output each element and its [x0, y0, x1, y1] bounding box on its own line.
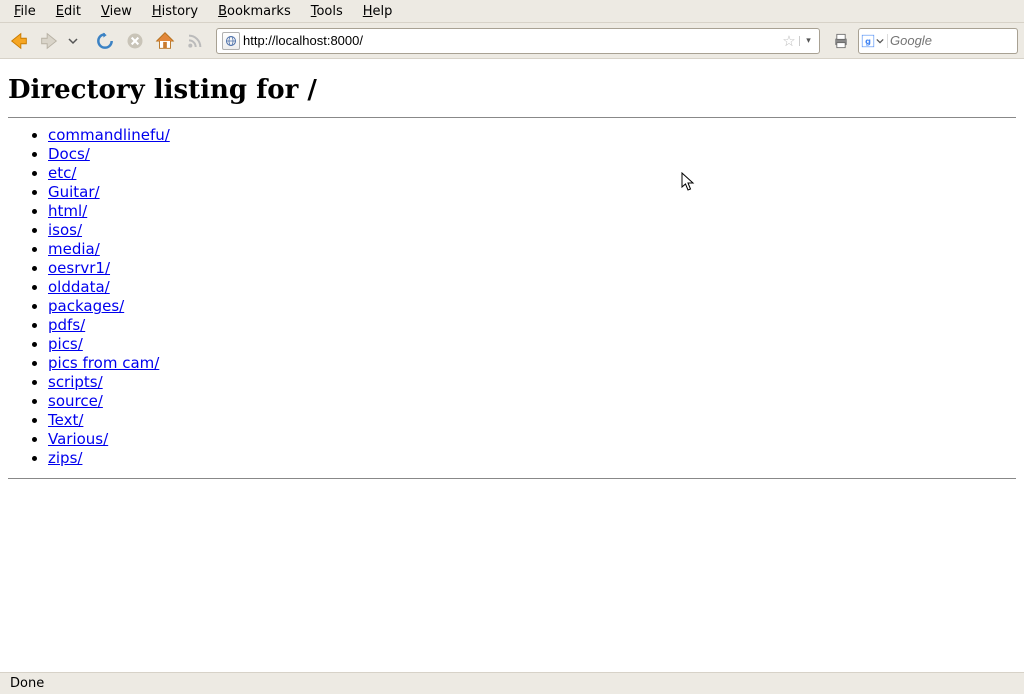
stop-icon: [125, 31, 145, 51]
home-icon: [154, 30, 176, 52]
directory-link[interactable]: Docs/: [48, 145, 90, 163]
list-item: oesrvr1/: [48, 259, 1016, 278]
list-item: commandlinefu/: [48, 126, 1016, 145]
reload-button[interactable]: [92, 28, 118, 54]
print-button[interactable]: [828, 28, 854, 54]
list-item: etc/: [48, 164, 1016, 183]
google-icon: g: [861, 34, 875, 48]
directory-link[interactable]: Text/: [48, 411, 83, 429]
chevron-down-icon: [876, 37, 884, 45]
status-bar: Done: [0, 672, 1024, 694]
menu-edit[interactable]: Edit: [46, 1, 91, 22]
search-box[interactable]: g: [858, 28, 1018, 54]
printer-icon: [831, 31, 851, 51]
search-engine-picker[interactable]: g: [861, 34, 888, 48]
search-input[interactable]: [890, 33, 1024, 48]
menu-view[interactable]: View: [91, 1, 142, 22]
status-text: Done: [10, 676, 44, 691]
feed-button[interactable]: [182, 28, 208, 54]
directory-list: commandlinefu/Docs/etc/Guitar/html/isos/…: [48, 126, 1016, 468]
list-item: pics from cam/: [48, 354, 1016, 373]
directory-link[interactable]: isos/: [48, 221, 82, 239]
menu-history[interactable]: History: [142, 1, 208, 22]
list-item: html/: [48, 202, 1016, 221]
directory-link[interactable]: pics/: [48, 335, 83, 353]
list-item: packages/: [48, 297, 1016, 316]
divider: [8, 117, 1016, 118]
list-item: Guitar/: [48, 183, 1016, 202]
site-identity-icon[interactable]: [222, 32, 240, 50]
menubar: File Edit View History Bookmarks Tools H…: [0, 0, 1024, 23]
history-dropdown[interactable]: [66, 28, 80, 54]
menu-help[interactable]: Help: [353, 1, 403, 22]
directory-link[interactable]: zips/: [48, 449, 82, 467]
directory-link[interactable]: html/: [48, 202, 87, 220]
directory-link[interactable]: pdfs/: [48, 316, 85, 334]
list-item: pics/: [48, 335, 1016, 354]
list-item: scripts/: [48, 373, 1016, 392]
list-item: media/: [48, 240, 1016, 259]
list-item: isos/: [48, 221, 1016, 240]
bookmark-star-icon[interactable]: ☆: [779, 32, 799, 50]
forward-button[interactable]: [36, 28, 62, 54]
list-item: Various/: [48, 430, 1016, 449]
back-arrow-icon: [8, 30, 30, 52]
home-button[interactable]: [152, 28, 178, 54]
directory-link[interactable]: pics from cam/: [48, 354, 159, 372]
directory-link[interactable]: oesrvr1/: [48, 259, 110, 277]
menu-file[interactable]: File: [4, 1, 46, 22]
directory-link[interactable]: packages/: [48, 297, 124, 315]
list-item: Docs/: [48, 145, 1016, 164]
menu-bookmarks[interactable]: Bookmarks: [208, 1, 301, 22]
directory-link[interactable]: etc/: [48, 164, 76, 182]
list-item: zips/: [48, 449, 1016, 468]
directory-link[interactable]: media/: [48, 240, 100, 258]
forward-arrow-icon: [38, 30, 60, 52]
url-input[interactable]: [243, 30, 779, 52]
directory-link[interactable]: scripts/: [48, 373, 103, 391]
menu-tools[interactable]: Tools: [301, 1, 353, 22]
directory-link[interactable]: Guitar/: [48, 183, 100, 201]
rss-icon: [187, 33, 203, 49]
address-dropdown[interactable]: ▾: [799, 36, 817, 46]
directory-link[interactable]: olddata/: [48, 278, 110, 296]
back-button[interactable]: [6, 28, 32, 54]
page-icon: [225, 35, 237, 47]
page-title: Directory listing for /: [8, 75, 1016, 105]
list-item: olddata/: [48, 278, 1016, 297]
chevron-down-icon: [68, 36, 78, 46]
stop-button[interactable]: [122, 28, 148, 54]
page-content: Directory listing for / commandlinefu/Do…: [0, 59, 1024, 495]
directory-link[interactable]: Various/: [48, 430, 108, 448]
divider: [8, 478, 1016, 479]
address-bar[interactable]: ☆ ▾: [216, 28, 820, 54]
directory-link[interactable]: source/: [48, 392, 103, 410]
list-item: pdfs/: [48, 316, 1016, 335]
directory-link[interactable]: commandlinefu/: [48, 126, 170, 144]
list-item: source/: [48, 392, 1016, 411]
reload-icon: [95, 31, 115, 51]
toolbar: ☆ ▾ g: [0, 23, 1024, 59]
list-item: Text/: [48, 411, 1016, 430]
svg-text:g: g: [865, 35, 871, 45]
